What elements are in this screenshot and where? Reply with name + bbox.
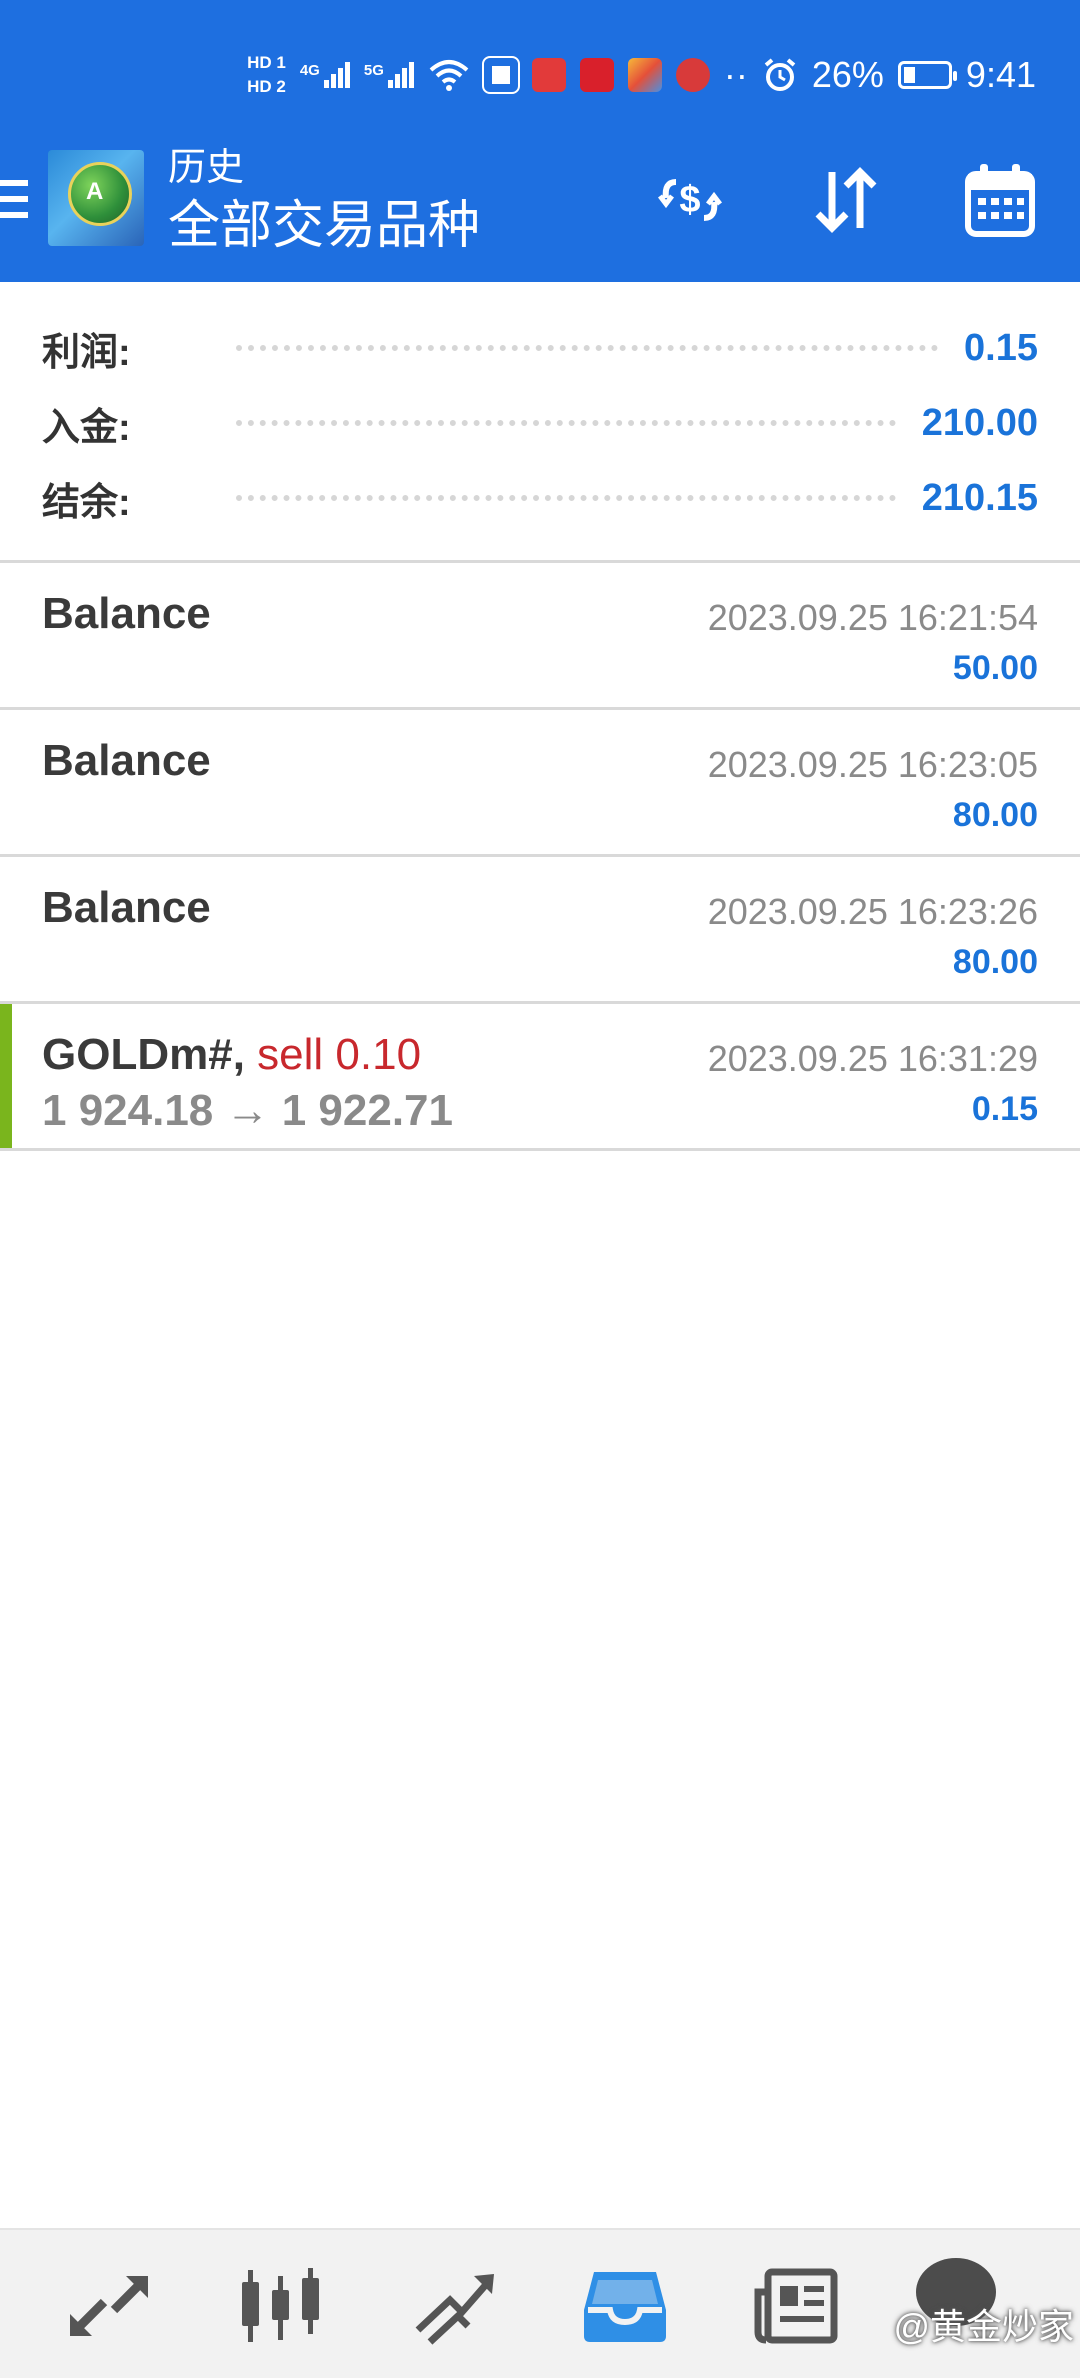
battery-icon	[897, 61, 957, 89]
entry-amount: 80.00	[952, 796, 1038, 834]
balance-value: 210.15	[921, 476, 1038, 519]
deposit-row: 入金: 210.00	[42, 393, 1038, 453]
entry-name: Balance	[42, 736, 211, 785]
entry-symbol: GOLDm#, sell 0.10	[42, 1030, 421, 1080]
entry-time: 2023.09.25 16:31:29	[707, 1038, 1038, 1079]
notification-app-icon-4	[675, 58, 710, 92]
trade-icon[interactable]	[410, 2266, 500, 2346]
entry-amount: 0.15	[971, 1090, 1038, 1128]
sort-icon[interactable]	[806, 160, 886, 240]
chart-icon[interactable]	[236, 2266, 326, 2346]
notification-app-icon-grid	[481, 56, 520, 94]
history-row-trade[interactable]: GOLDm#, sell 0.10 1 924.18 → 1 922.71 20…	[0, 1004, 1080, 1151]
balance-row: 结余: 210.15	[42, 468, 1038, 528]
entry-time: 2023.09.25 16:23:26	[707, 891, 1038, 932]
bottom-navigation: @黄金炒家	[0, 2228, 1080, 2378]
history-icon[interactable]	[580, 2266, 670, 2346]
quotes-icon[interactable]	[64, 2266, 154, 2346]
profit-row: 利润: 0.15	[42, 318, 1038, 378]
profit-value: 0.15	[964, 326, 1038, 369]
history-row[interactable]: Balance 2023.09.25 16:23:05 80.00	[0, 710, 1080, 857]
app-bar: A 历史 全部交易品种 $	[0, 147, 1080, 282]
more-notifications-icon: ··	[723, 54, 748, 95]
sim2-label: HD 2	[247, 77, 286, 96]
net2-label: 5G	[363, 62, 384, 79]
app-logo: A	[48, 150, 144, 246]
clock: 9:41	[965, 54, 1036, 95]
trade-prices: 1 924.18 → 1 922.71	[42, 1086, 453, 1135]
trade-side: sell 0.10	[257, 1030, 422, 1079]
history-row[interactable]: Balance 2023.09.25 16:23:26 80.00	[0, 857, 1080, 1004]
calendar-icon[interactable]	[960, 160, 1040, 240]
sim-indicators: HD 1 HD 2	[247, 53, 286, 97]
deposit-label: 入金:	[42, 406, 131, 449]
dotted-leader	[236, 495, 896, 501]
trade-accent-bar	[0, 1004, 12, 1148]
page-subtitle: 历史	[168, 147, 245, 189]
entry-amount: 50.00	[952, 649, 1038, 687]
entry-time: 2023.09.25 16:21:54	[707, 597, 1038, 638]
watermark-text: @黄金炒家	[893, 2306, 1074, 2347]
entry-amount: 80.00	[952, 943, 1038, 981]
status-bar: HD 1 HD 2 4G 5G ·· 26% 9:41	[0, 0, 1080, 150]
svg-text:$: $	[679, 179, 700, 221]
profit-label: 利润:	[42, 331, 131, 374]
dotted-leader	[236, 345, 939, 351]
page-title: 全部交易品种	[168, 197, 481, 255]
entry-name: Balance	[42, 883, 211, 932]
notification-app-icon-2	[579, 58, 614, 92]
signal-4g-icon: 4G	[300, 62, 350, 88]
entry-time: 2023.09.25 16:23:05	[707, 744, 1038, 785]
header: HD 1 HD 2 4G 5G ·· 26% 9:41 A 历史 全部交易品种 …	[0, 0, 1080, 282]
alarm-icon	[764, 58, 796, 91]
entry-name: Balance	[42, 589, 211, 638]
history-summary: 利润: 0.15 入金: 210.00 结余: 210.15	[0, 282, 1080, 563]
dotted-leader	[236, 420, 896, 426]
history-row[interactable]: Balance 2023.09.25 16:21:54 50.00	[0, 563, 1080, 710]
deposit-value: 210.00	[921, 401, 1038, 444]
balance-label: 结余:	[42, 481, 131, 524]
signal-5g-icon: 5G	[364, 62, 414, 88]
battery-percent: 26%	[811, 54, 884, 95]
news-icon[interactable]	[752, 2266, 842, 2346]
title-block[interactable]: 历史 全部交易品种	[168, 144, 480, 258]
net1-label: 4G	[299, 62, 320, 79]
notification-app-icon-3	[627, 58, 662, 92]
deposit-filter-icon[interactable]: $	[650, 160, 730, 240]
menu-icon[interactable]	[0, 180, 28, 228]
sim1-label: HD 1	[247, 53, 286, 72]
wifi-icon	[429, 60, 469, 91]
notification-app-icon-1	[531, 58, 566, 92]
symbol-name: GOLDm#,	[42, 1030, 245, 1079]
